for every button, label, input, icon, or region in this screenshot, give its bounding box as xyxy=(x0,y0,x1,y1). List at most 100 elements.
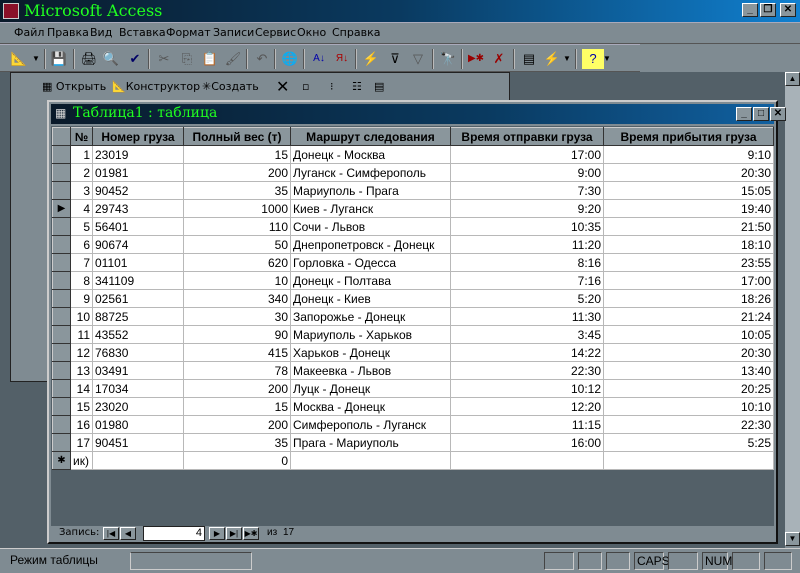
copy-icon[interactable]: ⎘ xyxy=(176,49,198,69)
delete-icon[interactable]: ✕ xyxy=(276,77,289,96)
table-cell[interactable]: 11:20 xyxy=(450,235,604,254)
table-cell[interactable]: 10:35 xyxy=(450,217,604,236)
table-cell[interactable]: 17:00 xyxy=(450,145,604,164)
table-cell[interactable]: 56401 xyxy=(92,217,184,236)
table-row[interactable]: 13 03491 78 Макеевка - Львов 22:30 13:40 xyxy=(52,361,774,380)
hyperlink-icon[interactable]: 🌐 xyxy=(279,49,301,69)
vertical-scrollbar[interactable]: ▲ ▼ xyxy=(785,72,800,546)
record-selector[interactable] xyxy=(52,145,71,164)
table-row[interactable]: ▶ 4 29743 1000 Киев - Луганск 9:20 19:40 xyxy=(52,199,774,218)
new-object-icon[interactable]: ⚡ xyxy=(541,49,563,69)
table-cell[interactable]: 5 xyxy=(70,217,93,236)
table-row[interactable]: 17 90451 35 Прага - Мариуполь 16:00 5:25 xyxy=(52,433,774,452)
table-cell[interactable]: 200 xyxy=(183,163,291,182)
create-button[interactable]: ✳Создать xyxy=(202,80,259,93)
help-icon[interactable]: ? xyxy=(582,49,604,69)
table-cell[interactable]: 23019 xyxy=(92,145,184,164)
design-button[interactable]: 📐Конструктор xyxy=(112,80,200,93)
undo-icon[interactable]: ↶ xyxy=(251,49,273,69)
table-cell[interactable] xyxy=(603,451,774,470)
table-cell[interactable]: 15 xyxy=(70,397,93,416)
menu-records[interactable]: Записи xyxy=(213,26,254,39)
table-row[interactable]: 8 341109 10 Донецк - Полтава 7:16 17:00 xyxy=(52,271,774,290)
table-cell[interactable]: 35 xyxy=(183,433,291,452)
table-cell[interactable]: Киев - Луганск xyxy=(290,199,451,218)
filter-by-form-icon[interactable]: ⊽ xyxy=(384,49,406,69)
table-row[interactable]: 1 23019 15 Донецк - Москва 17:00 9:10 xyxy=(52,145,774,164)
save-icon[interactable]: 💾 xyxy=(48,49,70,69)
table-cell[interactable]: 23:55 xyxy=(603,253,774,272)
record-number-input[interactable]: 4 xyxy=(143,526,205,541)
table-cell[interactable]: 29743 xyxy=(92,199,184,218)
table-row[interactable]: 11 43552 90 Мариуполь - Харьков 3:45 10:05 xyxy=(52,325,774,344)
table-cell[interactable]: Прага - Мариуполь xyxy=(290,433,451,452)
table-cell[interactable] xyxy=(450,451,604,470)
print-preview-icon[interactable]: 🔍 xyxy=(100,49,122,69)
column-header[interactable]: Номер груза xyxy=(92,127,184,146)
open-button[interactable]: ▦ Открыть xyxy=(42,80,106,93)
table-cell[interactable]: 7:16 xyxy=(450,271,604,290)
table-cell[interactable]: 13:40 xyxy=(603,361,774,380)
record-selector[interactable] xyxy=(52,325,71,344)
table-cell[interactable]: Донецк - Полтава xyxy=(290,271,451,290)
table-cell[interactable]: 16 xyxy=(70,415,93,434)
table-cell[interactable]: 15 xyxy=(183,397,291,416)
table-row[interactable]: 10 88725 30 Запорожье - Донецк 11:30 21:24 xyxy=(52,307,774,326)
table-cell[interactable]: 1 xyxy=(70,145,93,164)
table-cell[interactable]: Горловка - Одесса xyxy=(290,253,451,272)
record-selector[interactable] xyxy=(52,163,71,182)
table-cell[interactable]: 4 xyxy=(70,199,93,218)
ds-maximize-button[interactable]: □ xyxy=(753,107,769,121)
record-selector[interactable] xyxy=(52,343,71,362)
apply-filter-icon[interactable]: ▽ xyxy=(407,49,429,69)
table-cell[interactable]: Донецк - Москва xyxy=(290,145,451,164)
spelling-icon[interactable]: ✔ xyxy=(124,49,146,69)
close-button[interactable]: ✕ xyxy=(780,3,796,17)
table-cell[interactable]: 3 xyxy=(70,181,93,200)
table-row[interactable]: 15 23020 15 Москва - Донецк 12:20 10:10 xyxy=(52,397,774,416)
cut-icon[interactable]: ✂ xyxy=(153,49,175,69)
table-cell[interactable]: 50 xyxy=(183,235,291,254)
table-cell[interactable]: 30 xyxy=(183,307,291,326)
table-cell[interactable]: Макеевка - Львов xyxy=(290,361,451,380)
table-cell[interactable]: Симферополь - Луганск xyxy=(290,415,451,434)
table-cell[interactable]: 14 xyxy=(70,379,93,398)
table-cell[interactable]: 23020 xyxy=(92,397,184,416)
record-selector[interactable] xyxy=(52,235,71,254)
table-cell[interactable]: 22:30 xyxy=(450,361,604,380)
table-row[interactable]: 9 02561 340 Донецк - Киев 5:20 18:26 xyxy=(52,289,774,308)
record-selector[interactable] xyxy=(52,361,71,380)
table-cell[interactable]: 78 xyxy=(183,361,291,380)
large-icons-icon[interactable]: ▫ xyxy=(302,80,309,93)
select-all[interactable] xyxy=(52,127,71,146)
scroll-down-icon[interactable]: ▼ xyxy=(785,532,800,546)
table-cell[interactable]: 13 xyxy=(70,361,93,380)
record-selector[interactable] xyxy=(52,289,71,308)
prev-record-button[interactable]: ◀ xyxy=(120,527,136,540)
menu-format[interactable]: Формат xyxy=(166,26,211,39)
next-record-button[interactable]: ▶ xyxy=(209,527,225,540)
table-cell[interactable]: 6 xyxy=(70,235,93,254)
table-cell[interactable]: 200 xyxy=(183,415,291,434)
ds-minimize-button[interactable]: _ xyxy=(736,107,752,121)
menu-tools[interactable]: Сервис xyxy=(255,26,296,39)
table-cell[interactable]: 21:24 xyxy=(603,307,774,326)
table-cell[interactable]: 17034 xyxy=(92,379,184,398)
table-cell[interactable]: 15:05 xyxy=(603,181,774,200)
dropdown-arrow-icon[interactable]: ▼ xyxy=(602,49,612,69)
table-cell[interactable]: 620 xyxy=(183,253,291,272)
table-row[interactable]: ✱ ик) 0 xyxy=(52,451,774,470)
delete-record-icon[interactable]: ✗ xyxy=(488,49,510,69)
table-row[interactable]: 5 56401 110 Сочи - Львов 10:35 21:50 xyxy=(52,217,774,236)
table-cell[interactable]: 9:00 xyxy=(450,163,604,182)
filter-by-selection-icon[interactable]: ⚡ xyxy=(360,49,382,69)
table-cell[interactable]: 200 xyxy=(183,379,291,398)
print-icon[interactable]: 🖨 xyxy=(78,49,100,69)
sort-descending-icon[interactable]: Я↓ xyxy=(331,49,353,69)
table-cell[interactable]: 35 xyxy=(183,181,291,200)
table-cell[interactable]: 12:20 xyxy=(450,397,604,416)
table-cell[interactable]: 90 xyxy=(183,325,291,344)
dropdown-arrow-icon[interactable]: ▼ xyxy=(30,49,42,69)
scroll-up-icon[interactable]: ▲ xyxy=(785,72,800,86)
small-icons-icon[interactable]: ⁝ xyxy=(330,80,334,93)
